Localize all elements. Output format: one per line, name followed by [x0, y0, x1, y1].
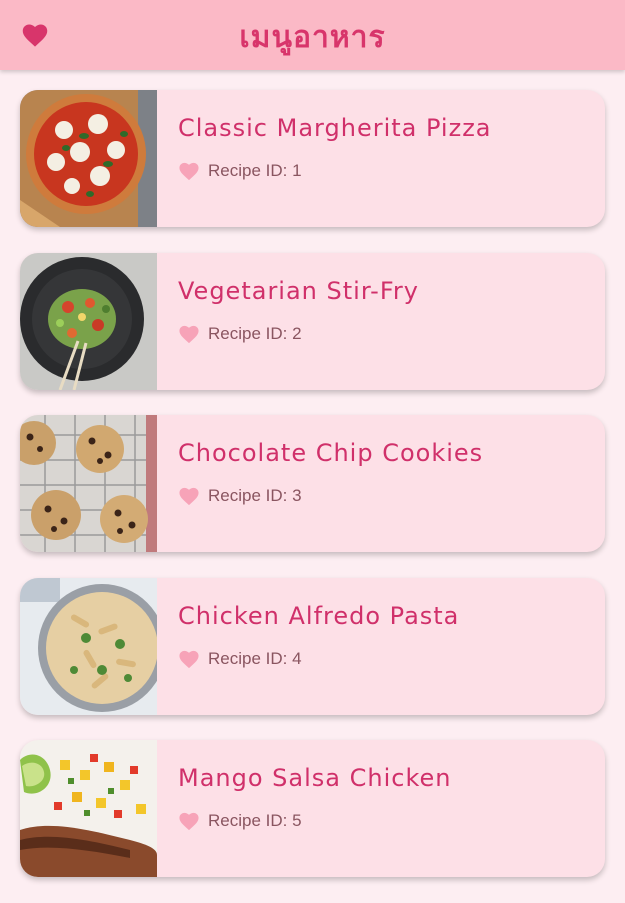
recipe-card[interactable]: Chocolate Chip Cookies Recipe ID: 3 — [20, 415, 605, 552]
heart-icon — [178, 811, 200, 831]
pizza-image — [20, 90, 157, 227]
cookies-image — [20, 415, 157, 552]
recipe-card[interactable]: Mango Salsa Chicken Recipe ID: 5 — [20, 740, 605, 877]
page-title: เมนูอาหาร — [239, 20, 386, 55]
recipe-id: Recipe ID: 4 — [178, 649, 302, 669]
recipe-id-label: Recipe ID: 1 — [208, 161, 302, 180]
recipe-card[interactable]: Chicken Alfredo Pasta Recipe ID: 4 — [20, 577, 605, 715]
recipe-id-label: Recipe ID: 3 — [208, 486, 302, 505]
recipe-card[interactable]: Classic Margherita Pizza Recipe ID: 1 — [20, 90, 605, 227]
pasta-image — [20, 577, 157, 715]
heart-icon — [178, 161, 200, 181]
recipe-name: Chocolate Chip Cookies — [178, 439, 484, 467]
app-bar: เมนูอาหาร — [0, 0, 625, 70]
recipe-name: Classic Margherita Pizza — [178, 114, 492, 142]
recipe-list: Classic Margherita Pizza Recipe ID: 1 Ve… — [20, 90, 605, 903]
mango-salsa-chicken-image — [20, 740, 157, 877]
recipe-id-label: Recipe ID: 5 — [208, 811, 302, 830]
recipe-card[interactable]: Vegetarian Stir-Fry Recipe ID: 2 — [20, 252, 605, 390]
recipe-name: Vegetarian Stir-Fry — [178, 276, 419, 305]
recipe-id: Recipe ID: 1 — [178, 161, 302, 181]
recipe-id: Recipe ID: 2 — [178, 324, 302, 344]
recipe-id: Recipe ID: 3 — [178, 486, 302, 506]
recipe-id-label: Recipe ID: 4 — [208, 648, 302, 668]
recipe-id: Recipe ID: 5 — [178, 811, 302, 831]
recipe-name: Mango Salsa Chicken — [178, 764, 452, 792]
recipe-id-label: Recipe ID: 2 — [208, 323, 302, 343]
heart-icon — [178, 649, 200, 669]
heart-icon — [178, 486, 200, 506]
heart-icon — [178, 324, 200, 344]
recipe-name: Chicken Alfredo Pasta — [178, 601, 460, 630]
stir-fry-image — [20, 252, 157, 390]
